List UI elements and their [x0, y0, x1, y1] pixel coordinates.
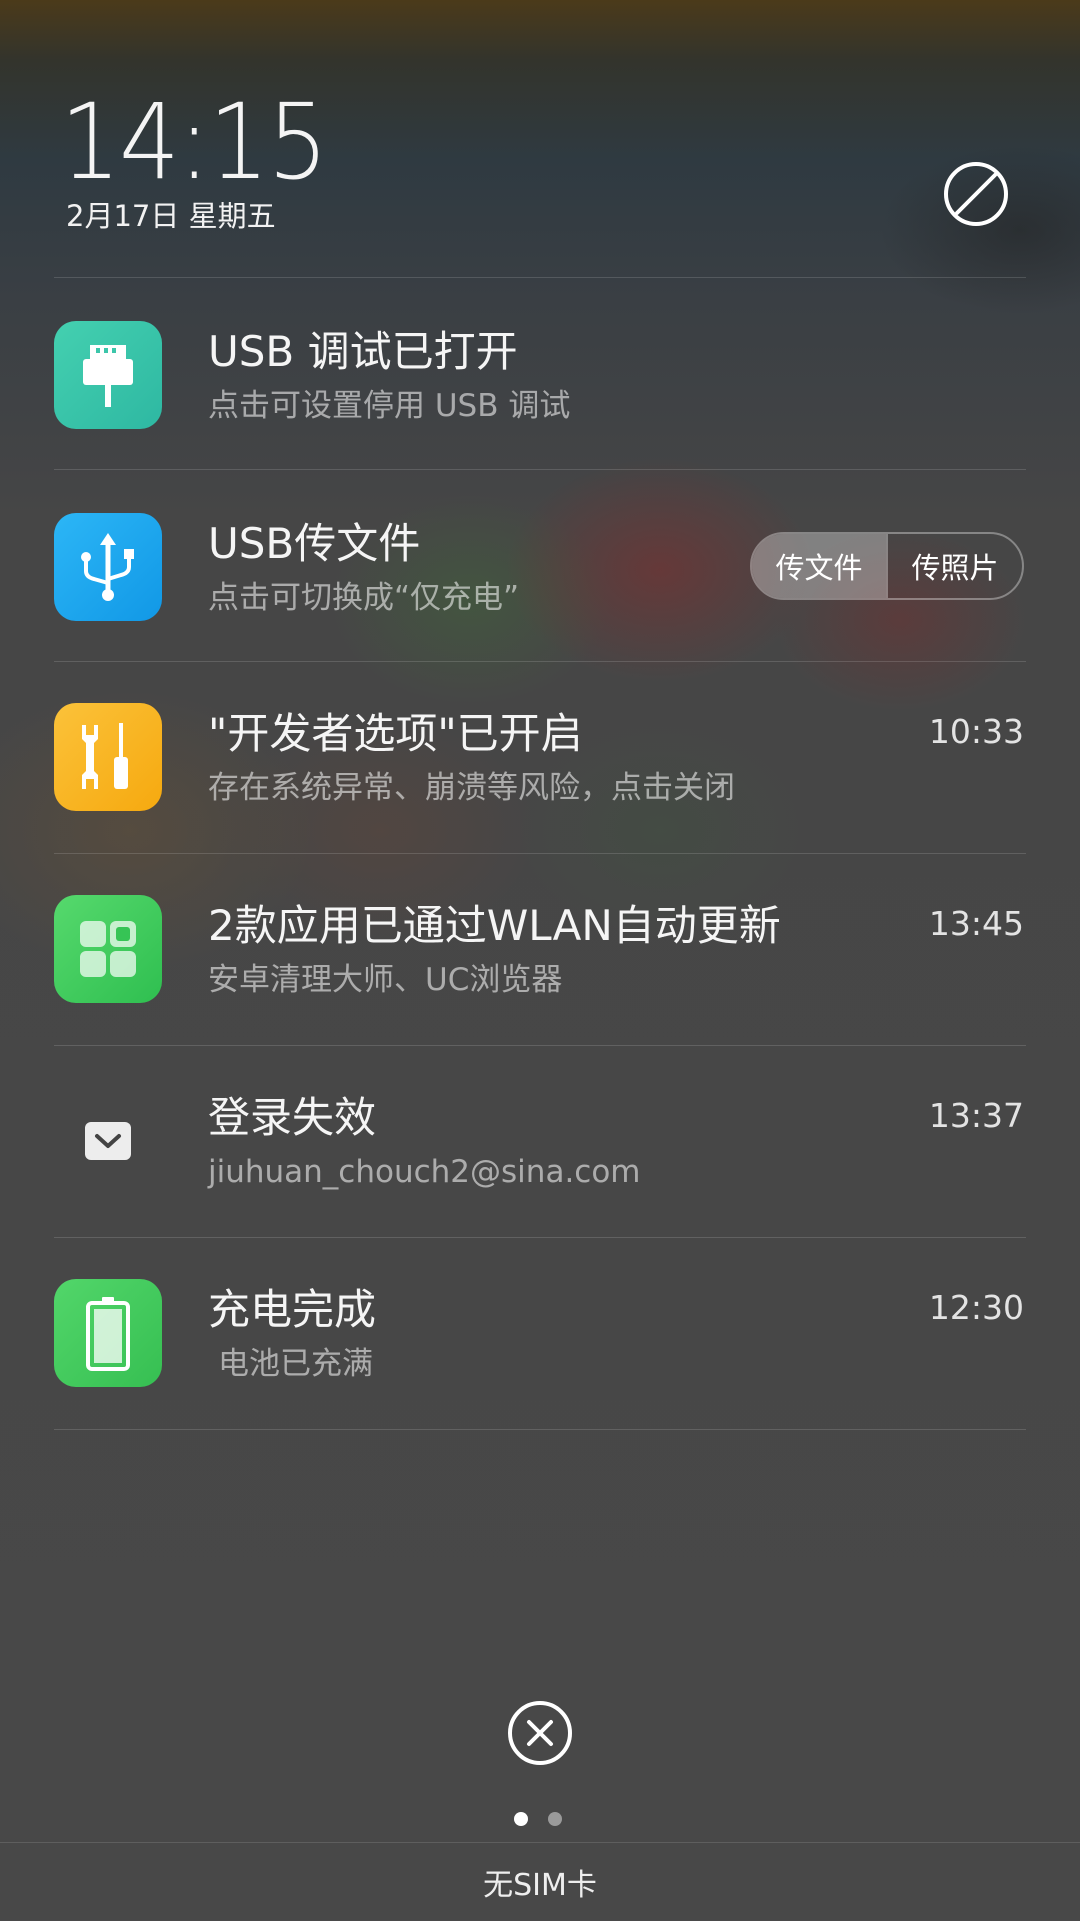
sim-status-text: 无SIM卡: [483, 1868, 597, 1903]
do-not-disturb-icon[interactable]: [944, 162, 1008, 226]
notification-title: 登录失效: [208, 1093, 377, 1142]
sim-status-bar: 无SIM卡: [0, 1842, 1080, 1921]
clock-time: 14:15: [60, 81, 328, 203]
notification-time: 10:33: [928, 712, 1024, 751]
usb-symbol-icon: [54, 513, 162, 621]
notification-subtitle: 点击可切换成“仅充电”: [208, 580, 520, 616]
transfer-files-option[interactable]: 传文件: [752, 534, 886, 598]
app-store-icon: [54, 895, 162, 1003]
notification-title: USB 调试已打开: [208, 327, 518, 376]
notification-charging-complete[interactable]: 充电完成 电池已充满 12:30: [0, 1238, 1080, 1429]
notification-app-updates[interactable]: 2款应用已通过WLAN自动更新 安卓清理大师、UC浏览器 13:45: [0, 854, 1080, 1045]
notification-title: "开发者选项"已开启: [208, 709, 583, 758]
battery-full-icon: [54, 1279, 162, 1387]
notification-title: 2款应用已通过WLAN自动更新: [208, 901, 781, 950]
notification-login-expired[interactable]: 登录失效 jiuhuan_chouch2@sina.com 13:37: [0, 1046, 1080, 1237]
mail-icon: [54, 1087, 162, 1195]
page-dot: [548, 1812, 562, 1826]
notification-subtitle: 安卓清理大师、UC浏览器: [208, 962, 563, 998]
clear-all-icon[interactable]: [507, 1700, 573, 1766]
notification-subtitle: 存在系统异常、崩溃等风险，点击关闭: [208, 770, 735, 806]
notification-time: 13:45: [928, 904, 1024, 943]
developer-tools-icon: [54, 703, 162, 811]
notification-title: USB传文件: [208, 519, 421, 568]
usb-plug-icon: [54, 321, 162, 429]
notification-usb-debugging[interactable]: USB 调试已打开 点击可设置停用 USB 调试: [0, 278, 1080, 469]
notification-usb-file-transfer[interactable]: USB传文件 点击可切换成“仅充电” 传文件 传照片: [0, 470, 1080, 661]
notification-subtitle: 电池已充满: [218, 1346, 373, 1382]
divider: [54, 1429, 1026, 1430]
notification-time: 12:30: [928, 1288, 1024, 1327]
notification-subtitle: 点击可设置停用 USB 调试: [208, 388, 571, 424]
notification-time: 13:37: [928, 1096, 1024, 1135]
notification-developer-options[interactable]: "开发者选项"已开启 存在系统异常、崩溃等风险，点击关闭 10:33: [0, 662, 1080, 853]
notification-title: 充电完成: [208, 1285, 377, 1334]
notification-subtitle: jiuhuan_chouch2@sina.com: [208, 1154, 641, 1190]
clock-date: 2月17日 星期五: [66, 199, 276, 233]
page-dot-active: [514, 1812, 528, 1826]
transfer-photos-option[interactable]: 传照片: [888, 534, 1022, 598]
page-indicator: [514, 1812, 562, 1826]
usb-mode-segmented-control[interactable]: 传文件 传照片: [750, 532, 1024, 600]
